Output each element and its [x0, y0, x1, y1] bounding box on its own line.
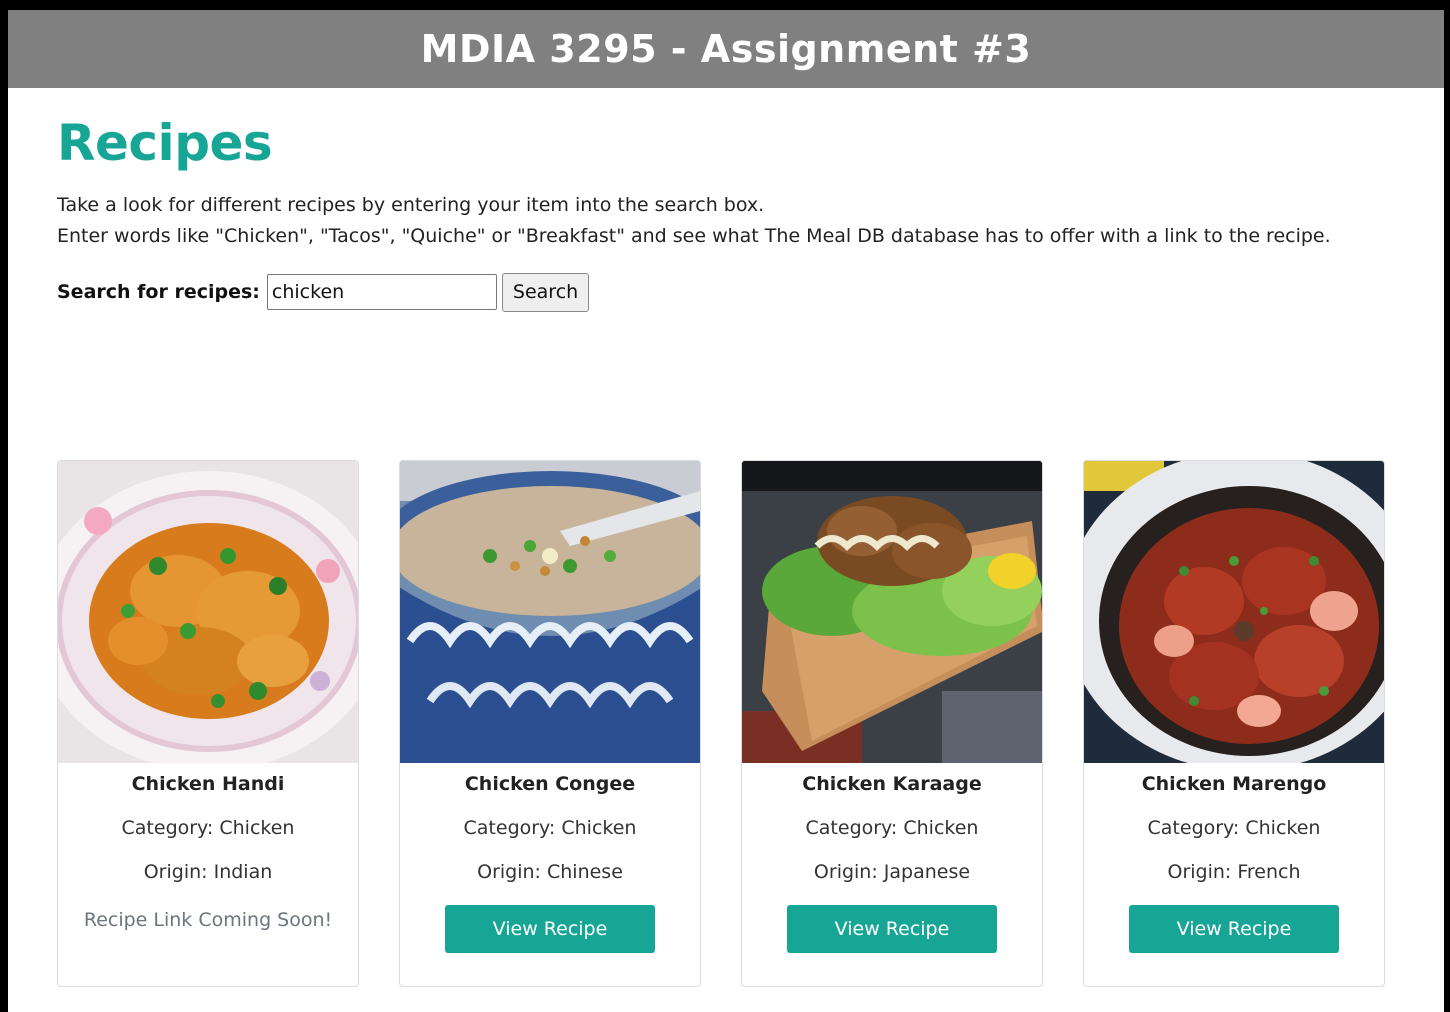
recipe-card: Chicken Congee Category: Chicken Origin:…	[399, 460, 701, 987]
page-title: Recipes	[57, 114, 273, 172]
recipe-image	[400, 461, 700, 763]
recipe-category: Category: Chicken	[463, 817, 637, 839]
recipe-image	[742, 461, 1042, 763]
view-recipe-button[interactable]: View Recipe	[1129, 905, 1339, 953]
site-title: MDIA 3295 - Assignment #3	[420, 27, 1032, 71]
recipe-category: Category: Chicken	[1147, 817, 1321, 839]
recipe-origin: Origin: French	[1167, 861, 1301, 883]
search-form: Search for recipes: Search	[57, 272, 1444, 312]
recipe-title: Chicken Karaage	[802, 773, 982, 795]
view-recipe-button[interactable]: View Recipe	[445, 905, 655, 953]
recipe-category: Category: Chicken	[805, 817, 979, 839]
main-content: Recipes Take a look for different recipe…	[8, 110, 1444, 312]
search-label: Search for recipes:	[57, 281, 260, 303]
recipe-image	[1084, 461, 1384, 763]
site-header: MDIA 3295 - Assignment #3	[8, 10, 1444, 88]
description-line-1: Take a look for different recipes by ent…	[57, 194, 765, 216]
recipe-origin: Origin: Japanese	[813, 861, 971, 883]
recipe-title: Chicken Congee	[464, 773, 636, 795]
recipe-origin: Origin: Chinese	[477, 861, 623, 883]
page-description: Take a look for different recipes by ent…	[57, 190, 1444, 252]
recipe-card: Chicken Handi Category: Chicken Origin: …	[57, 460, 359, 987]
recipe-card: Chicken Marengo Category: Chicken Origin…	[1083, 460, 1385, 987]
search-button[interactable]: Search	[501, 272, 590, 312]
recipe-image	[58, 461, 358, 763]
recipe-title: Chicken Marengo	[1141, 773, 1327, 795]
view-recipe-button[interactable]: View Recipe	[787, 905, 997, 953]
browser-page: MDIA 3295 - Assignment #3 Recipes Take a…	[8, 10, 1444, 1012]
recipe-title: Chicken Handi	[131, 773, 285, 795]
recipe-link-coming-soon: Recipe Link Coming Soon!	[83, 909, 333, 931]
description-line-2: Enter words like "Chicken", "Tacos", "Qu…	[57, 225, 1331, 247]
recipe-card: Chicken Karaage Category: Chicken Origin…	[741, 460, 1043, 987]
search-input[interactable]	[266, 274, 497, 310]
recipe-category: Category: Chicken	[121, 817, 295, 839]
recipe-origin: Origin: Indian	[143, 861, 273, 883]
